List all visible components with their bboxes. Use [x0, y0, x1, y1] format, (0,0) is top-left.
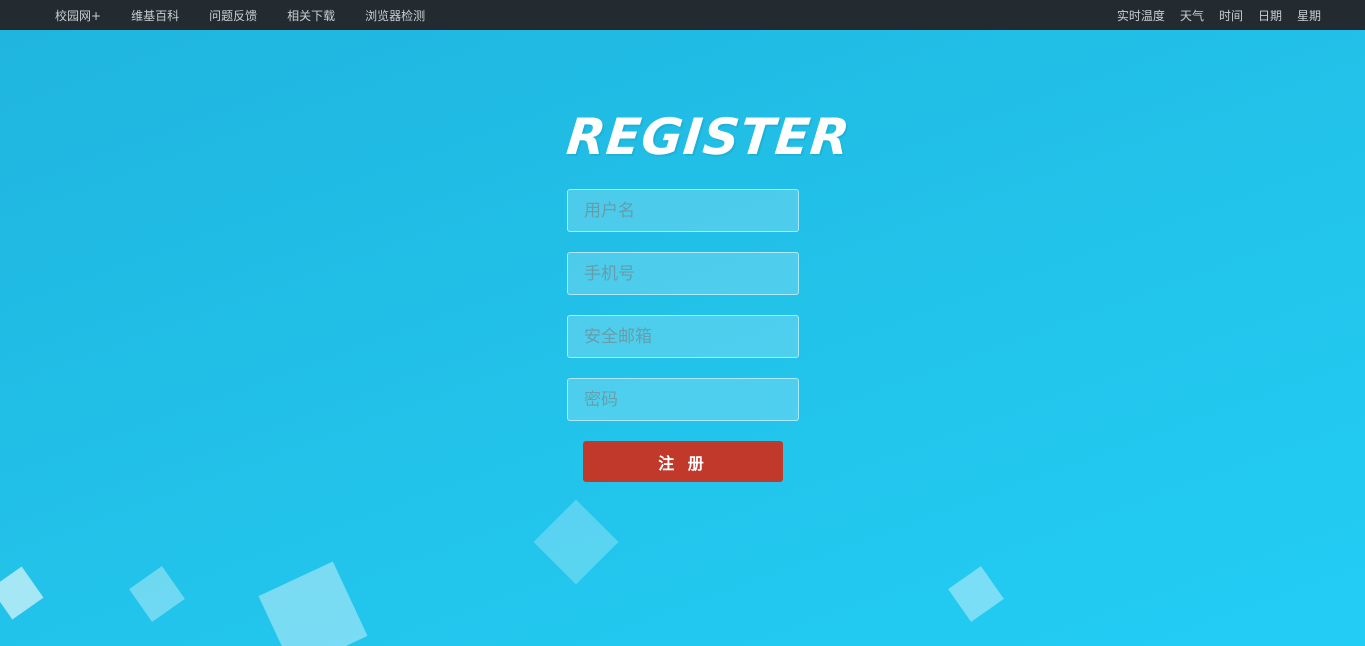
nav-link-wikipedia[interactable]: 维基百科: [131, 7, 179, 24]
weather: 天气: [1179, 8, 1204, 23]
decorative-square: [258, 561, 368, 646]
time: 时间: [1218, 8, 1243, 23]
decorative-square: [129, 566, 185, 622]
nav-link-downloads[interactable]: 相关下载: [287, 7, 335, 24]
decorative-square: [948, 566, 1004, 622]
decorative-square: [0, 566, 44, 620]
nav-left-links: 校园网+ 维基百科 问题反馈 相关下载 浏览器检测: [0, 7, 455, 24]
username-input[interactable]: [567, 189, 799, 232]
email-input[interactable]: [567, 315, 799, 358]
nav-right-info: 实时温度 天气 时间 日期 星期: [1117, 7, 1365, 24]
nav-link-campus-network[interactable]: 校园网+: [55, 7, 101, 24]
decorative-square: [533, 499, 619, 585]
realtime-temperature: 实时温度: [1116, 8, 1165, 23]
register-title: REGISTER: [563, 108, 854, 166]
register-form: REGISTER 注 册: [564, 106, 853, 482]
register-button[interactable]: 注 册: [583, 441, 783, 482]
weekday: 星期: [1296, 8, 1321, 23]
date: 日期: [1257, 8, 1282, 23]
top-nav-bar: 校园网+ 维基百科 问题反馈 相关下载 浏览器检测 实时温度 天气 时间 日期 …: [0, 0, 1365, 30]
phone-input[interactable]: [567, 252, 799, 295]
nav-link-browser-check[interactable]: 浏览器检测: [365, 7, 425, 24]
password-input[interactable]: [567, 378, 799, 421]
nav-link-feedback[interactable]: 问题反馈: [209, 7, 257, 24]
